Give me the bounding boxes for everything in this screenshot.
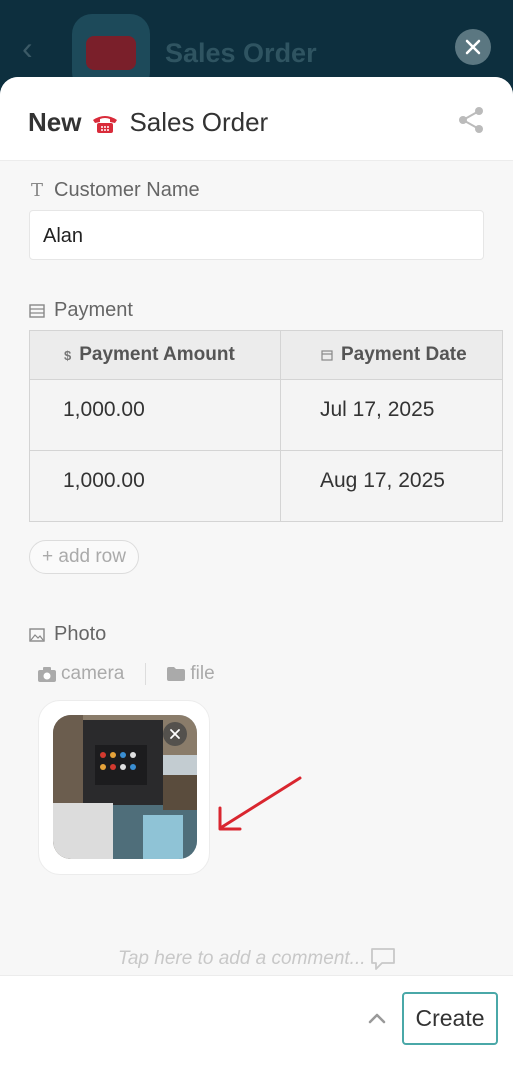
close-icon (465, 39, 481, 55)
chevron-up-icon[interactable] (366, 1007, 388, 1029)
payment-date-cell[interactable]: Jul 17, 2025 (281, 380, 502, 450)
payment-label: Payment (29, 299, 133, 322)
add-row-button[interactable]: + add row (29, 540, 139, 574)
form-sheet: New Sales Order T Customer Name Alan Pay… (0, 77, 513, 1080)
share-icon[interactable] (456, 105, 486, 135)
payment-amount-cell[interactable]: 1,000.00 (30, 380, 281, 450)
payment-date-cell[interactable]: Aug 17, 2025 (281, 451, 502, 521)
column-header-payment-date[interactable]: Payment Date (281, 331, 502, 379)
divider (145, 663, 147, 685)
payment-amount-cell[interactable]: 1,000.00 (30, 451, 281, 521)
photo-label: Photo (29, 623, 106, 646)
footer-bar: Create (0, 975, 513, 1080)
photo-actions: camera file (38, 663, 215, 685)
close-button[interactable] (455, 29, 491, 65)
table-header-row: $ Payment Amount Payment Date (30, 331, 502, 379)
text-type-icon: T (30, 180, 43, 201)
customer-name-input[interactable]: Alan (29, 210, 484, 260)
back-icon: ‹ (22, 30, 33, 66)
annotation-arrow-icon (218, 776, 302, 831)
table-icon (29, 303, 45, 318)
camera-button[interactable]: camera (38, 663, 124, 685)
table-row[interactable]: 1,000.00 Jul 17, 2025 (30, 379, 502, 450)
camera-icon (38, 666, 56, 682)
close-icon (170, 729, 180, 739)
calendar-icon (321, 350, 333, 361)
create-button[interactable]: Create (402, 992, 498, 1045)
folder-icon (167, 667, 186, 681)
table-row[interactable]: 1,000.00 Aug 17, 2025 (30, 450, 502, 521)
comment-icon (370, 948, 395, 970)
remove-photo-button[interactable] (163, 722, 187, 746)
dollar-icon: $ (64, 347, 72, 363)
title-name: Sales Order (129, 107, 269, 137)
telephone-icon (93, 115, 118, 133)
comment-prompt[interactable]: Tap here to add a comment... (118, 947, 396, 971)
sheet-header: New Sales Order (0, 77, 513, 161)
title-prefix: New (28, 107, 82, 137)
payment-table: $ Payment Amount Payment Date 1,000.00 J… (29, 330, 503, 522)
sheet-title: New Sales Order (28, 107, 268, 138)
image-icon (29, 627, 45, 642)
customer-name-label: T Customer Name (30, 179, 200, 201)
column-header-payment-amount[interactable]: $ Payment Amount (30, 331, 281, 379)
background-title: Sales Order (165, 38, 317, 68)
file-button[interactable]: file (167, 663, 215, 685)
